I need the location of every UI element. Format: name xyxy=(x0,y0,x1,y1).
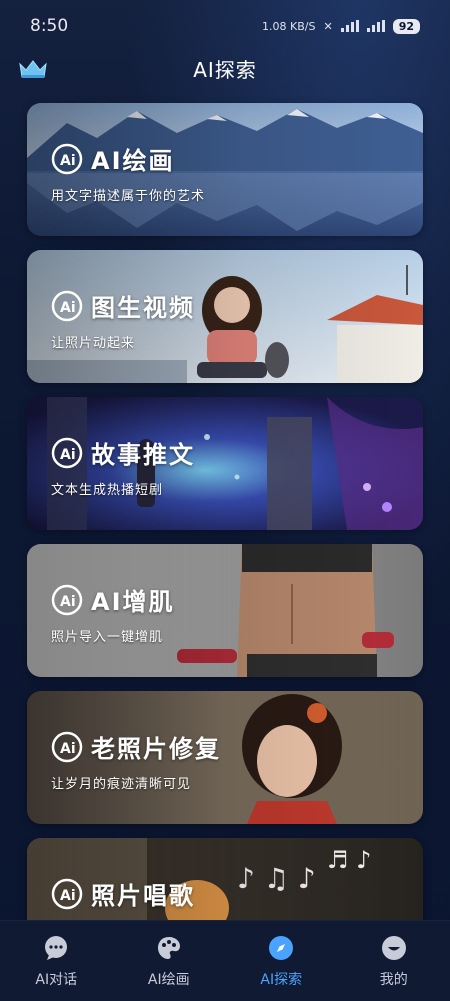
mute-icon: ✕ xyxy=(323,19,333,33)
card-title-row: Ai AI增肌 xyxy=(51,582,175,617)
battery-indicator: 92 xyxy=(392,18,420,34)
card-title: 图生视频 xyxy=(91,294,195,322)
ai-logo-icon: Ai xyxy=(51,143,83,174)
card-title-row: Ai AI绘画 xyxy=(51,141,175,176)
ai-logo-icon: Ai xyxy=(51,731,83,762)
card-title: 照片唱歌 xyxy=(91,882,195,910)
status-bar: 8:50 1.08 KB/S ✕ 92 xyxy=(0,0,450,52)
nav-label: AI对话 xyxy=(35,972,78,988)
ai-logo-icon: Ai xyxy=(51,878,83,909)
signal-icon-2 xyxy=(366,20,385,32)
card-photo-restore[interactable]: Ai 老照片修复 让岁月的痕迹清晰可见 xyxy=(27,691,423,824)
card-subtitle: 用文字描述属于你的艺术 xyxy=(51,189,206,204)
ai-logo-icon: Ai xyxy=(51,290,83,321)
signal-icon xyxy=(340,20,359,32)
card-title-row: Ai 照片唱歌 xyxy=(51,876,195,911)
card-title: 老照片修复 xyxy=(91,735,221,763)
header: AI探索 xyxy=(0,52,450,84)
svg-text:Ai: Ai xyxy=(60,741,76,757)
svg-text:Ai: Ai xyxy=(60,594,76,610)
card-title-row: Ai 老照片修复 xyxy=(51,729,221,764)
card-subtitle: 让岁月的痕迹清晰可见 xyxy=(51,777,192,792)
ai-logo-icon: Ai xyxy=(51,437,83,468)
network-speed: 1.08 KB/S xyxy=(262,19,316,33)
profile-icon xyxy=(381,936,406,960)
nav-label: AI探索 xyxy=(260,972,303,988)
crown-icon[interactable] xyxy=(18,58,48,80)
page-title: AI探索 xyxy=(193,57,257,82)
nav-item-ai-explore[interactable]: AI探索 xyxy=(236,935,326,989)
card-subtitle: 让照片动起来 xyxy=(51,336,136,351)
nav-item-ai-chat[interactable]: AI对话 xyxy=(11,935,101,989)
ai-logo-icon: Ai xyxy=(51,584,83,615)
svg-text:Ai: Ai xyxy=(60,888,76,904)
chat-bubble-icon xyxy=(45,936,68,960)
nav-item-mine[interactable]: 我的 xyxy=(349,935,439,989)
svg-text:Ai: Ai xyxy=(60,300,76,316)
card-subtitle: 文本生成热播短剧 xyxy=(51,483,164,498)
card-ai-muscle[interactable]: Ai AI增肌 照片导入一键增肌 xyxy=(27,544,423,677)
card-image-to-video[interactable]: Ai 图生视频 让照片动起来 xyxy=(27,250,423,383)
card-title: AI增肌 xyxy=(91,588,175,616)
card-title-row: Ai 故事推文 xyxy=(51,435,195,470)
feature-list: Ai AI绘画 用文字描述属于你的艺术 Ai 图生视频 让照片动起来 Ai 故事… xyxy=(27,103,423,985)
bottom-nav: AI对话 AI绘画 AI探索 我的 xyxy=(0,920,450,1001)
palette-icon xyxy=(157,937,180,959)
svg-text:Ai: Ai xyxy=(60,447,76,463)
nav-item-ai-painting[interactable]: AI绘画 xyxy=(124,935,214,989)
card-title-row: Ai 图生视频 xyxy=(51,288,195,323)
card-ai-painting[interactable]: Ai AI绘画 用文字描述属于你的艺术 xyxy=(27,103,423,236)
svg-text:Ai: Ai xyxy=(60,153,76,169)
card-title: 故事推文 xyxy=(91,441,195,469)
card-story-text[interactable]: Ai 故事推文 文本生成热播短剧 xyxy=(27,397,423,530)
status-time: 8:50 xyxy=(30,16,69,36)
card-subtitle: 照片导入一键增肌 xyxy=(51,630,164,645)
compass-icon xyxy=(269,936,294,960)
status-icons: 1.08 KB/S ✕ 92 xyxy=(262,18,420,34)
nav-label: 我的 xyxy=(379,972,408,988)
nav-label: AI绘画 xyxy=(147,972,190,988)
card-title: AI绘画 xyxy=(91,147,175,175)
